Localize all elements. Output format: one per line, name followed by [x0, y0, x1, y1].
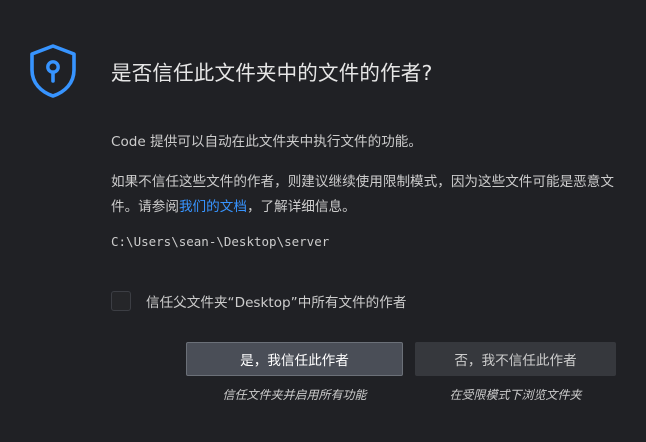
trust-button-caption: 信任文件夹并启用所有功能: [222, 388, 367, 402]
trust-button[interactable]: 是，我信任此作者: [186, 342, 403, 376]
docs-link[interactable]: 我们的文档: [179, 199, 247, 215]
dont-trust-button-caption: 在受限模式下浏览文件夹: [449, 388, 582, 402]
dialog-description: Code 提供可以自动在此文件夹中执行文件的功能。: [111, 134, 422, 150]
dont-trust-button[interactable]: 否，我不信任此作者: [415, 342, 616, 376]
trust-parent-checkbox[interactable]: [111, 291, 131, 311]
trust-parent-checkbox-row[interactable]: 信任父文件夹“Desktop”中所有文件的作者: [111, 290, 406, 312]
dialog-warning-text: 如果不信任这些文件的作者，则建议继续使用限制模式，因为这些文件可能是恶意文件。请…: [111, 170, 621, 220]
warning-text-after: ，了解详细信息。: [246, 199, 356, 215]
shield-lock-icon: [28, 43, 78, 99]
trust-parent-checkbox-label[interactable]: 信任父文件夹“Desktop”中所有文件的作者: [146, 291, 406, 311]
dialog-title: 是否信任此文件夹中的文件的作者?: [111, 61, 433, 85]
workspace-trust-dialog: 是否信任此文件夹中的文件的作者? Code 提供可以自动在此文件夹中执行文件的功…: [0, 0, 646, 442]
folder-path: C:\Users\sean-\Desktop\server: [111, 234, 330, 249]
